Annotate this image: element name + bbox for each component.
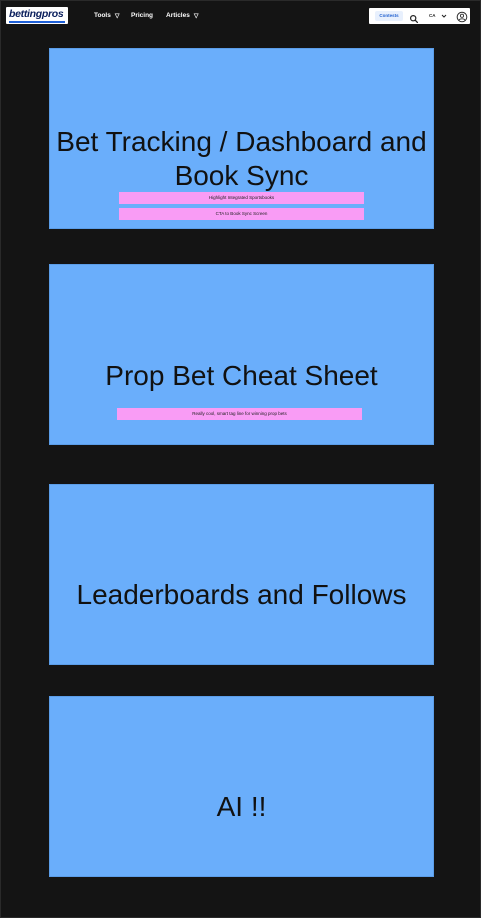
feature-card-prop-bet-cheat-sheet: Prop Bet Cheat Sheet Really cool, smart … <box>49 264 434 445</box>
card-title: Bet Tracking / Dashboard and Book Sync <box>56 126 427 192</box>
chevron-down-icon: ▽ <box>114 13 120 20</box>
chevron-down-icon: ▽ <box>193 13 199 20</box>
account-button[interactable] <box>456 10 468 23</box>
nav-item-tools-label: Tools <box>94 12 111 19</box>
feature-card-bet-tracking: Bet Tracking / Dashboard and Book Sync H… <box>49 48 434 229</box>
highlight-sportsbooks-button[interactable]: Highlight Integrated Sportsbooks <box>119 192 364 204</box>
logo-underline <box>9 21 65 23</box>
logo-text: bettingpros <box>9 8 64 20</box>
search-icon <box>409 14 419 24</box>
book-sync-cta-button[interactable]: CTA to Book Sync Screen <box>119 208 364 220</box>
contests-button[interactable]: Contests <box>375 11 403 21</box>
nav-item-articles[interactable]: Articles ▽ <box>166 10 198 24</box>
bettingpros-logo[interactable]: bettingpros <box>6 7 68 24</box>
top-navbar: bettingpros Tools ▽ Pricing Articles ▽ Con… <box>0 0 481 33</box>
nav-item-pricing-label: Pricing <box>131 12 154 19</box>
utility-bar: Contests CA <box>369 8 470 24</box>
user-circle-icon <box>456 11 468 23</box>
nav-item-articles-label: Articles <box>166 12 190 19</box>
feature-card-leaderboards: Leaderboards and Follows <box>49 484 434 665</box>
search-button[interactable] <box>409 11 419 24</box>
card-title: Leaderboards and Follows <box>76 579 407 611</box>
prop-bets-tagline-button[interactable]: Really cool, smart tag line for winning … <box>117 408 362 420</box>
card-title: Prop Bet Cheat Sheet <box>105 360 378 392</box>
card-title: AI !! <box>216 791 267 823</box>
region-select[interactable]: CA <box>426 11 448 21</box>
chevron-down-icon <box>441 14 447 18</box>
region-label: CA <box>429 13 436 18</box>
nav-item-pricing[interactable]: Pricing <box>131 10 153 24</box>
nav-item-tools[interactable]: Tools ▽ <box>94 10 119 24</box>
feature-card-ai: AI !! <box>49 696 434 877</box>
